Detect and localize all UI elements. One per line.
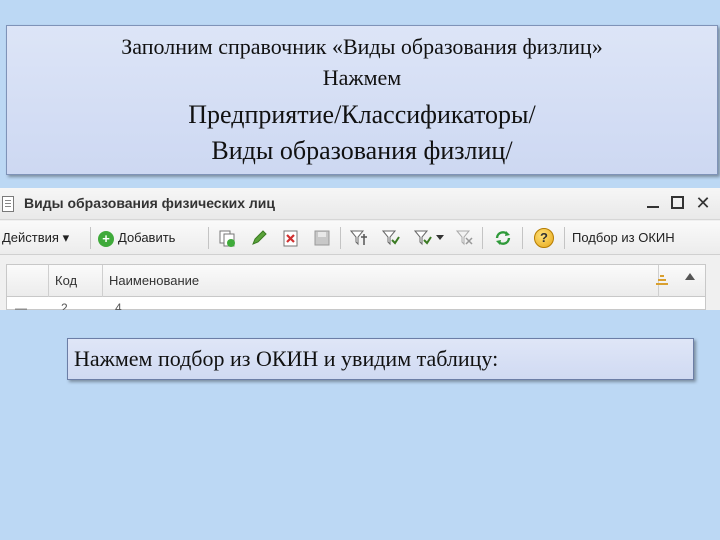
caption-line-1: Заполним справочник «Виды образования фи… <box>121 34 603 59</box>
toolbar-separator <box>482 227 483 249</box>
save-icon[interactable] <box>313 229 331 247</box>
minimize-icon <box>647 206 659 208</box>
sort-icon[interactable] <box>655 275 669 287</box>
column-header-marker[interactable] <box>7 265 49 297</box>
toolbar: Действия ▾ + Добавить ? Подбор из ОКИН <box>0 221 720 255</box>
caption-line-2: Нажмем <box>322 65 402 90</box>
document-icon <box>2 196 14 212</box>
toolbar-separator <box>90 227 91 249</box>
copy-icon[interactable] <box>218 229 236 247</box>
filter-clear-icon[interactable] <box>456 229 474 247</box>
filter-set-icon[interactable] <box>382 229 400 247</box>
caption-line-3: Предприятие/Классификаторы/ <box>188 100 536 129</box>
maximize-icon <box>670 196 684 209</box>
catalog-grid[interactable]: Код Наименование — 2 4 <box>6 264 706 310</box>
column-header-name[interactable]: Наименование <box>103 265 659 297</box>
bottom-caption: Нажмем подбор из ОКИН и увидим таблицу: <box>67 338 694 380</box>
chevron-down-icon[interactable] <box>436 235 444 240</box>
row-code: 2 <box>61 301 68 310</box>
scroll-up-arrow-icon[interactable] <box>685 273 695 280</box>
help-icon[interactable]: ? <box>534 228 554 248</box>
actions-menu-button[interactable]: Действия ▾ <box>2 227 69 249</box>
window-titlebar[interactable]: Виды образования физических лиц ✕ <box>0 188 720 220</box>
toolbar-separator <box>564 227 565 249</box>
grid-header: Код Наименование <box>7 265 705 297</box>
minimize-button[interactable] <box>642 192 664 214</box>
maximize-button[interactable] <box>666 192 688 214</box>
filter-icon[interactable] <box>350 229 368 247</box>
refresh-icon[interactable] <box>494 229 512 247</box>
add-icon: + <box>98 230 114 247</box>
toolbar-separator <box>522 227 523 249</box>
delete-icon[interactable] <box>282 229 300 247</box>
row-name: 4 <box>115 301 122 310</box>
filter-dropdown-icon[interactable] <box>414 229 432 247</box>
caption-box: Заполним справочник «Виды образования фи… <box>6 25 718 175</box>
column-header-code[interactable]: Код <box>49 265 103 297</box>
caption-line-4: Виды образования физлиц/ <box>211 136 513 165</box>
toolbar-separator <box>340 227 341 249</box>
row-marker: — <box>15 301 27 310</box>
toolbar-separator <box>208 227 209 249</box>
catalog-window: Виды образования физических лиц ✕ Действ… <box>0 188 720 310</box>
close-button[interactable]: ✕ <box>692 192 714 214</box>
add-button[interactable]: + Добавить <box>98 227 175 249</box>
edit-icon[interactable] <box>250 229 268 247</box>
window-title: Виды образования физических лиц <box>24 195 275 211</box>
pick-from-okin-button[interactable]: Подбор из ОКИН <box>572 227 675 249</box>
add-button-label: Добавить <box>118 230 176 245</box>
